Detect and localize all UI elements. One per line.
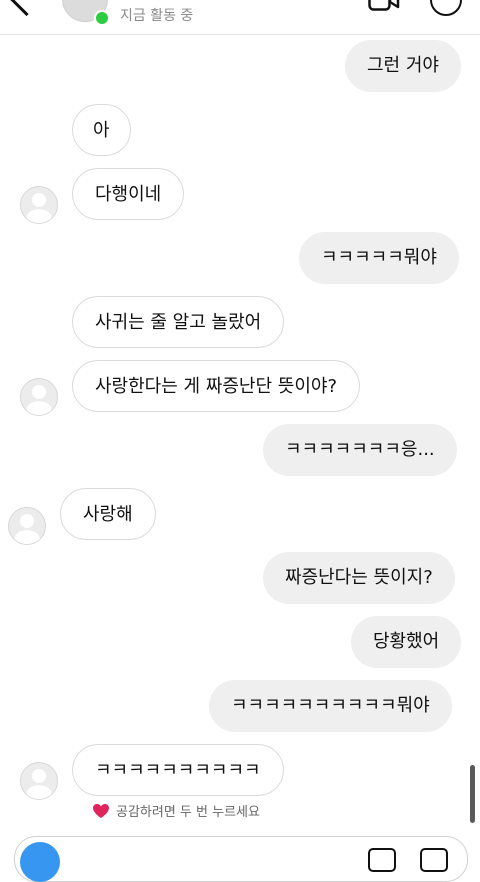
online-status-dot [94,10,110,26]
sticker-icon[interactable] [420,848,448,872]
info-icon[interactable] [430,0,462,16]
scrollbar-thumb[interactable] [470,765,475,823]
sender-avatar[interactable] [20,762,58,800]
sender-avatar[interactable] [8,507,46,545]
message-bubble-outgoing[interactable]: ㅋㅋㅋㅋㅋㅋㅋ응... [263,424,457,476]
message-bubble-incoming[interactable]: ㅋㅋㅋㅋㅋㅋㅋㅋㅋㅋ [72,744,284,796]
reaction-hint: 공감하려면 두 번 누르세요 [116,805,260,820]
gallery-icon[interactable] [368,848,396,872]
camera-button[interactable] [20,842,60,882]
message-bubble-incoming[interactable]: 사귀는 줄 알고 놀랐어 [72,296,285,348]
message-bubble-outgoing[interactable]: ㅋㅋㅋㅋㅋ뭐야 [299,232,459,284]
message-composer[interactable] [14,836,468,882]
message-bubble-incoming[interactable]: 사랑해 [60,488,156,540]
heart-icon [93,804,109,818]
sender-avatar[interactable] [20,378,58,416]
back-chevron-icon[interactable] [8,0,45,17]
message-bubble-outgoing[interactable]: ㅋㅋㅋㅋㅋㅋㅋㅋㅋㅋ뭐야 [209,680,452,732]
chat-header: 지금 활동 중 [0,0,480,35]
activity-status: 지금 활동 중 [120,8,194,24]
video-call-icon[interactable] [368,0,400,12]
message-bubble-outgoing[interactable]: 짜증난다는 뜻이지? [263,552,455,604]
message-bubble-outgoing[interactable]: 그런 거야 [345,40,461,92]
sender-avatar[interactable] [20,186,58,224]
message-bubble-incoming[interactable]: 사랑한다는 게 짜증난단 뜻이야? [72,360,360,412]
message-bubble-incoming[interactable]: 아 [72,104,131,156]
message-bubble-incoming[interactable]: 다행이네 [72,168,185,220]
message-bubble-outgoing[interactable]: 당황했어 [351,616,462,668]
